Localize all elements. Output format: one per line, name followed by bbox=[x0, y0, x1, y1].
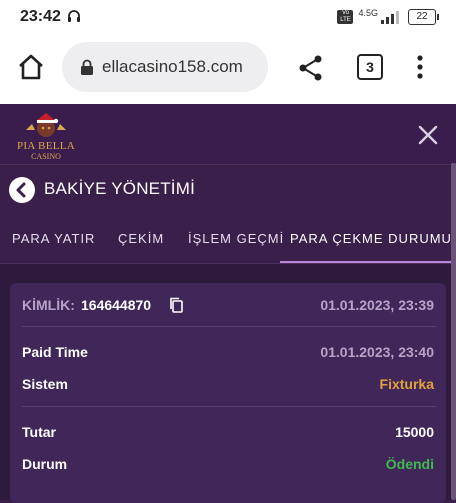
tab-switcher-button[interactable]: 3 bbox=[357, 54, 383, 80]
paid-time-label: Paid Time bbox=[22, 344, 88, 360]
tab-withdraw[interactable]: ÇEKİM bbox=[118, 231, 164, 246]
share-icon[interactable] bbox=[298, 54, 324, 82]
volte-icon: Vo LTE bbox=[337, 10, 354, 24]
browser-toolbar: ellacasino158.com 3 bbox=[0, 34, 456, 104]
id-label: KİMLİK: bbox=[22, 297, 75, 313]
close-icon[interactable] bbox=[414, 121, 442, 149]
divider bbox=[22, 406, 436, 407]
id-value: 164644870 bbox=[81, 297, 152, 313]
home-icon[interactable] bbox=[16, 52, 46, 82]
status-badge: Ödendi bbox=[385, 456, 434, 472]
scrollbar[interactable] bbox=[451, 163, 456, 500]
tab-bar: PARA YATIR ÇEKİM İŞLEM GEÇMİ PARA ÇEKME … bbox=[0, 213, 456, 264]
headset-icon bbox=[68, 10, 80, 22]
site-logo[interactable]: PIA BELLA CASINO bbox=[16, 112, 76, 161]
address-bar[interactable]: ellacasino158.com bbox=[62, 42, 268, 92]
amount-value: 15000 bbox=[395, 424, 434, 440]
page-title: BAKİYE YÖNETİMİ bbox=[44, 179, 196, 198]
status-time: 23:42 bbox=[20, 8, 61, 25]
lock-icon bbox=[81, 59, 93, 75]
active-tab-indicator bbox=[280, 261, 456, 263]
tab-count: 3 bbox=[366, 59, 374, 75]
created-time: 01.01.2023, 23:39 bbox=[320, 297, 434, 313]
back-button[interactable] bbox=[9, 177, 35, 203]
system-label: Sistem bbox=[22, 376, 68, 392]
main-content: KİMLİK: 164644870 01.01.2023, 23:39 Paid… bbox=[0, 264, 456, 503]
status-bar: 23:42 Vo LTE 4.5G 22 bbox=[0, 0, 456, 34]
logo-emblem-icon bbox=[26, 113, 66, 137]
copy-icon[interactable] bbox=[169, 297, 183, 313]
amount-label: Tutar bbox=[22, 424, 56, 440]
tab-deposit[interactable]: PARA YATIR bbox=[12, 231, 95, 246]
url-text[interactable]: ellacasino158.com bbox=[102, 57, 243, 77]
network-type: 4.5G bbox=[358, 8, 378, 18]
battery-level: 22 bbox=[416, 11, 428, 22]
tab-transaction-history[interactable]: İŞLEM GEÇMİ bbox=[188, 231, 284, 246]
system-value: Fixturka bbox=[379, 376, 434, 392]
battery-icon: 22 bbox=[408, 9, 439, 25]
chevron-left-icon bbox=[16, 182, 26, 198]
signal-icon bbox=[381, 11, 399, 24]
tab-withdrawal-status[interactable]: PARA ÇEKME DURUMU bbox=[290, 231, 452, 246]
logo-name: PIA BELLA bbox=[16, 140, 75, 152]
status-label: Durum bbox=[22, 456, 68, 472]
logo-subtitle: CASINO bbox=[31, 152, 61, 161]
page-header: BAKİYE YÖNETİMİ bbox=[0, 165, 456, 213]
site-header: PIA BELLA CASINO bbox=[0, 104, 456, 165]
divider bbox=[22, 326, 436, 327]
more-menu-icon[interactable] bbox=[412, 54, 428, 80]
paid-time-value: 01.01.2023, 23:40 bbox=[320, 344, 434, 360]
withdrawal-card: KİMLİK: 164644870 01.01.2023, 23:39 Paid… bbox=[10, 283, 446, 503]
